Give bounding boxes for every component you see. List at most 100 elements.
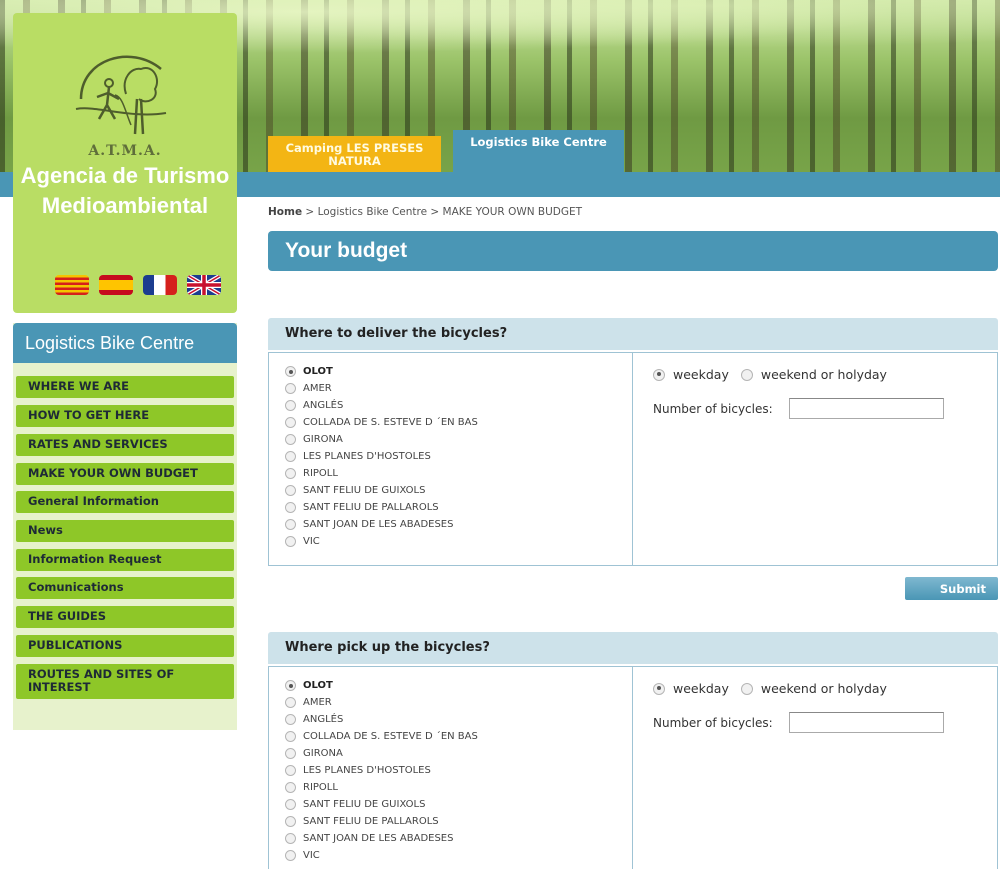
deliver-location-label: LES PLANES D'HOSTOLES: [303, 451, 431, 462]
deliver-location-radio[interactable]: [285, 468, 296, 479]
pickup-location-radio[interactable]: [285, 680, 296, 691]
deliver-weekend-radio[interactable]: [740, 368, 753, 381]
spanish-flag-icon[interactable]: [99, 275, 133, 295]
pickup-location-option[interactable]: VIC: [285, 847, 478, 864]
deliver-weekend-label: weekend or holyday: [760, 367, 887, 382]
sidebar-item-where-we-are[interactable]: WHERE WE ARE: [16, 376, 234, 398]
deliver-form: OLOT AMER ANGLÉS COLLADA DE S. ESTEVE D ´EN…: [268, 352, 998, 566]
sidebar-title: Logistics Bike Centre: [13, 323, 237, 363]
breadcrumb-separator: >: [302, 206, 318, 218]
pickup-location-radio[interactable]: [285, 765, 296, 776]
uk-flag-icon[interactable]: [187, 275, 221, 295]
deliver-day-options: weekday weekend or holyday: [653, 367, 899, 382]
deliver-location-option[interactable]: SANT FELIU DE PALLAROLS: [285, 499, 478, 516]
pickup-location-option[interactable]: ANGLÉS: [285, 711, 478, 728]
pickup-weekday-radio[interactable]: [653, 682, 665, 695]
pickup-location-label: SANT FELIU DE GUIXOLS: [303, 799, 426, 810]
deliver-location-option[interactable]: RIPOLL: [285, 465, 478, 482]
sidebar-item-general-information[interactable]: General Information: [16, 491, 234, 513]
deliver-location-radio[interactable]: [285, 383, 296, 394]
deliver-location-list: OLOT AMER ANGLÉS COLLADA DE S. ESTEVE D ´EN…: [285, 363, 478, 550]
pickup-location-label: SANT JOAN DE LES ABADESES: [303, 833, 454, 844]
pickup-location-radio[interactable]: [285, 748, 296, 759]
sidebar-item-the-guides[interactable]: THE GUIDES: [16, 606, 234, 628]
deliver-weekday-radio[interactable]: [653, 368, 665, 381]
pickup-location-option[interactable]: COLLADA DE S. ESTEVE D ´EN BAS: [285, 728, 478, 745]
deliver-location-option[interactable]: LES PLANES D'HOSTOLES: [285, 448, 478, 465]
deliver-location-option[interactable]: AMER: [285, 380, 478, 397]
deliver-location-option[interactable]: SANT JOAN DE LES ABADESES: [285, 516, 478, 533]
pickup-weekend-radio[interactable]: [740, 682, 753, 695]
breadcrumb-home[interactable]: Home: [268, 206, 302, 218]
sidebar-item-how-to-get-here[interactable]: HOW TO GET HERE: [16, 405, 234, 427]
submit-button[interactable]: Submit: [905, 577, 998, 600]
deliver-location-label: SANT FELIU DE GUIXOLS: [303, 485, 426, 496]
logo-panel[interactable]: A.T.M.A. Agencia de Turismo Medioambient…: [13, 13, 237, 313]
deliver-location-radio[interactable]: [285, 417, 296, 428]
form-divider: [632, 353, 633, 565]
catalan-flag-icon[interactable]: [55, 275, 89, 295]
deliver-location-radio[interactable]: [285, 366, 296, 377]
deliver-section-heading: Where to deliver the bicycles?: [268, 318, 998, 350]
pickup-weekend-option[interactable]: weekend or holyday: [740, 681, 887, 696]
logo-name: Agencia de Turismo Medioambiental: [20, 163, 230, 218]
sidebar-item-make-your-own-budget[interactable]: MAKE YOUR OWN BUDGET: [16, 463, 234, 485]
deliver-location-option[interactable]: VIC: [285, 533, 478, 550]
deliver-location-radio[interactable]: [285, 451, 296, 462]
form-divider: [632, 667, 633, 869]
pickup-location-radio[interactable]: [285, 850, 296, 861]
deliver-weekend-option[interactable]: weekend or holyday: [740, 367, 887, 382]
sidebar-item-information-request[interactable]: Information Request: [16, 549, 234, 571]
pickup-location-option[interactable]: LES PLANES D'HOSTOLES: [285, 762, 478, 779]
pickup-location-label: COLLADA DE S. ESTEVE D ´EN BAS: [303, 731, 478, 742]
deliver-location-label: AMER: [303, 383, 332, 394]
deliver-weekday-option[interactable]: weekday: [653, 367, 729, 382]
pickup-location-option[interactable]: RIPOLL: [285, 779, 478, 796]
tab-logistics-bike-centre[interactable]: Logistics Bike Centre: [453, 130, 624, 197]
pickup-qty-input[interactable]: [789, 712, 944, 733]
pickup-location-option[interactable]: GIRONA: [285, 745, 478, 762]
deliver-location-option[interactable]: COLLADA DE S. ESTEVE D ´EN BAS: [285, 414, 478, 431]
sidebar-item-news[interactable]: News: [16, 520, 234, 542]
pickup-location-radio[interactable]: [285, 816, 296, 827]
pickup-location-option[interactable]: SANT FELIU DE GUIXOLS: [285, 796, 478, 813]
pickup-location-radio[interactable]: [285, 731, 296, 742]
pickup-location-label: ANGLÉS: [303, 714, 344, 725]
sidebar-item-comunications[interactable]: Comunications: [16, 577, 234, 599]
pickup-location-option[interactable]: OLOT: [285, 677, 478, 694]
pickup-location-radio[interactable]: [285, 833, 296, 844]
deliver-location-radio[interactable]: [285, 485, 296, 496]
pickup-location-radio[interactable]: [285, 782, 296, 793]
deliver-location-radio[interactable]: [285, 502, 296, 513]
pickup-location-option[interactable]: SANT FELIU DE PALLAROLS: [285, 813, 478, 830]
deliver-location-label: GIRONA: [303, 434, 343, 445]
pickup-location-label: AMER: [303, 697, 332, 708]
sidebar-item-rates-and-services[interactable]: RATES AND SERVICES: [16, 434, 234, 456]
deliver-location-option[interactable]: SANT FELIU DE GUIXOLS: [285, 482, 478, 499]
pickup-location-radio[interactable]: [285, 697, 296, 708]
pickup-location-radio[interactable]: [285, 799, 296, 810]
deliver-location-option[interactable]: GIRONA: [285, 431, 478, 448]
deliver-location-label: VIC: [303, 536, 320, 547]
deliver-location-radio[interactable]: [285, 536, 296, 547]
deliver-location-label: SANT FELIU DE PALLAROLS: [303, 502, 439, 513]
deliver-location-radio[interactable]: [285, 400, 296, 411]
pickup-location-radio[interactable]: [285, 714, 296, 725]
french-flag-icon[interactable]: [143, 275, 177, 295]
deliver-location-radio[interactable]: [285, 519, 296, 530]
pickup-location-label: LES PLANES D'HOSTOLES: [303, 765, 431, 776]
pickup-location-option[interactable]: AMER: [285, 694, 478, 711]
pickup-weekday-option[interactable]: weekday: [653, 681, 729, 696]
sidebar: Logistics Bike Centre WHERE WE ARE HOW T…: [13, 323, 237, 730]
deliver-location-radio[interactable]: [285, 434, 296, 445]
tab-camping-les-preses[interactable]: Camping LES PRESES NATURA: [268, 136, 441, 172]
pickup-day-options: weekday weekend or holyday: [653, 681, 899, 696]
pickup-section-heading: Where pick up the bicycles?: [268, 632, 998, 664]
sidebar-item-routes-and-sites[interactable]: ROUTES AND SITES OF INTEREST: [16, 664, 234, 699]
deliver-location-option[interactable]: ANGLÉS: [285, 397, 478, 414]
sidebar-item-publications[interactable]: PUBLICATIONS: [16, 635, 234, 657]
deliver-qty-input[interactable]: [789, 398, 944, 419]
pickup-location-option[interactable]: SANT JOAN DE LES ABADESES: [285, 830, 478, 847]
deliver-location-option[interactable]: OLOT: [285, 363, 478, 380]
breadcrumb-section[interactable]: Logistics Bike Centre: [318, 206, 428, 218]
